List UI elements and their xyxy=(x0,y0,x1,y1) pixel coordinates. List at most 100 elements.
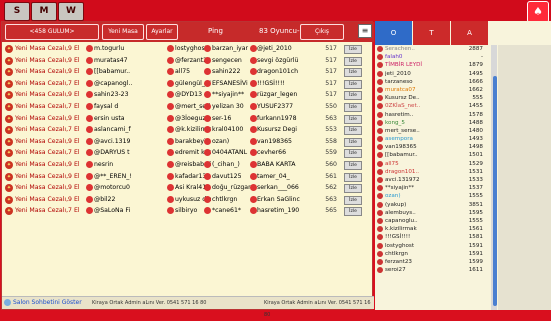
player-list-item[interactable]: ozan) 1555 xyxy=(375,192,489,200)
player-name[interactable]: rüzgar_legen xyxy=(257,89,321,101)
room-select-button[interactable]: <458 GULUM> xyxy=(5,24,99,40)
player-name[interactable]: Kusursz Degi xyxy=(257,124,321,136)
chat-toggle-icon[interactable] xyxy=(4,299,11,306)
player-list-item[interactable]: !!!GSİ!!!! 1581 xyxy=(375,233,489,241)
watch-button[interactable]: İzle xyxy=(344,172,362,182)
player-name[interactable]: van198365 xyxy=(257,136,321,148)
w-button[interactable]: W xyxy=(58,2,84,21)
player-name[interactable]: aslancami_f xyxy=(94,124,164,136)
watch-button[interactable]: İzle xyxy=(344,149,362,159)
table-row[interactable]: ✦ Yeni Masa Cezalı,9 El @motorcu0 Asi Kral4… xyxy=(4,182,362,194)
sidebar-tab-1[interactable]: T xyxy=(413,21,450,45)
cards-app-icon[interactable]: ♠ xyxy=(527,1,549,23)
watch-button[interactable]: İzle xyxy=(344,126,362,136)
table-row[interactable]: ✦ Yeni Masa Cezalı,9 El nesrin @reisbaba6 (_… xyxy=(4,159,362,171)
player-list-item[interactable]: muratca07 1662 xyxy=(375,86,489,94)
player-name[interactable]: m.togurlu xyxy=(94,43,164,55)
table-row[interactable]: ✦ Yeni Masa Cezalı,9 El ersin usta @3İoeguz… xyxy=(4,113,362,125)
table-row[interactable]: ✦ Yeni Masa Cezalı,9 El muratas47 @ferzant2… xyxy=(4,55,362,67)
player-list-item[interactable]: falah0 - xyxy=(375,53,489,61)
player-list-item[interactable]: van198365 1498 xyxy=(375,143,489,151)
sidebar-tab-2[interactable]: A xyxy=(451,21,488,45)
player-list-item[interactable]: all75 1529 xyxy=(375,160,489,168)
player-list-item[interactable]: dragon101.. 1531 xyxy=(375,168,489,176)
table-row[interactable]: ✦ Yeni Masa Cezalı,7 El @SaLoNa Fi silbiryo… xyxy=(4,205,362,217)
player-list-item[interactable]: Kusursz De.. 555 xyxy=(375,94,489,102)
s-button[interactable]: S xyxy=(4,2,30,21)
player-name[interactable]: dragon101ch xyxy=(257,66,321,78)
exit-button[interactable]: Çıkış xyxy=(300,24,344,40)
table-row[interactable]: ✦ Yeni Masa Cezalı,9 El m.togurlu lostyghos… xyxy=(4,43,362,55)
player-name[interactable]: faysal d xyxy=(94,101,164,113)
watch-button[interactable]: İzle xyxy=(344,195,362,205)
player-list-item[interactable]: chtlkrgn 1591 xyxy=(375,250,489,258)
player-name[interactable]: @jeti_2010 xyxy=(257,43,321,55)
player-list-item[interactable]: avci.131972 1533 xyxy=(375,176,489,184)
player-name[interactable]: muratas47 xyxy=(94,55,164,67)
player-name[interactable]: sevgi özgürlü xyxy=(257,55,321,67)
m-button[interactable]: M xyxy=(31,2,57,21)
watch-button[interactable]: İzle xyxy=(344,45,362,54)
sidebar-tab-0[interactable]: O xyxy=(375,21,412,45)
player-list-item[interactable]: 0ZKİaS_net.. 1455 xyxy=(375,102,489,110)
player-list-item[interactable]: asempora 1493 xyxy=(375,135,489,143)
table-row[interactable]: ✦ Yeni Masa Cezalı,9 El @avci.1319 barakbey… xyxy=(4,136,362,148)
player-name[interactable]: BABA KARTA xyxy=(257,159,321,171)
player-name[interactable]: @DARYUS t xyxy=(94,147,164,159)
watch-button[interactable]: İzle xyxy=(344,207,362,217)
player-list-item[interactable]: ferzant23 1599 xyxy=(375,258,489,266)
watch-button[interactable]: İzle xyxy=(344,102,362,112)
new-table-button[interactable]: Yeni Masa xyxy=(102,24,144,40)
player-list-item[interactable]: **siyajin** 1537 xyxy=(375,184,489,192)
player-name[interactable]: sahin23-23 xyxy=(94,89,164,101)
player-name[interactable]: hasretim_190 xyxy=(257,205,321,217)
player-name[interactable]: furkann1978 xyxy=(257,113,321,125)
player-list-item[interactable]: hasretim.. 1578 xyxy=(375,111,489,119)
player-list-item[interactable]: Serachen.. 2887 xyxy=(375,45,489,53)
player-name[interactable]: @**_EREN_! xyxy=(94,171,164,183)
settings-button[interactable]: Ayarlar xyxy=(146,24,178,40)
show-lobby-chat-link[interactable]: Salon Sohbetini Göster xyxy=(13,297,82,309)
table-row[interactable]: ✦ Yeni Masa Cezalı,7 El faysal d @mert_seri… xyxy=(4,101,362,113)
table-row[interactable]: ✦ Yeni Masa Cezalı,7 El @capanogl.. gülengü… xyxy=(4,78,362,90)
player-list-item[interactable]: seroi27 1611 xyxy=(375,266,489,274)
table-row[interactable]: ✦ Yeni Masa Cezalı,9 El @**_EREN_! kafadar1… xyxy=(4,171,362,183)
player-list-item[interactable]: mert_serse.. 1480 xyxy=(375,127,489,135)
player-name[interactable]: @motorcu0 xyxy=(94,182,164,194)
player-name[interactable]: @avci.1319 xyxy=(94,136,164,148)
player-list-item[interactable]: [[babamur.. 1501 xyxy=(375,151,489,159)
table-row[interactable]: ✦ Yeni Masa Cezalı,7 El aslancami_f @k.kizi… xyxy=(4,124,362,136)
watch-button[interactable]: İzle xyxy=(344,184,362,194)
player-name[interactable]: [[babamur.. xyxy=(94,66,164,78)
watch-button[interactable]: İzle xyxy=(344,56,362,66)
player-list-item[interactable]: alembuys.. 1595 xyxy=(375,209,489,217)
player-list-item[interactable]: TİMBİR LEYDİ 1879 xyxy=(375,61,489,69)
player-list-item[interactable]: tarzaneso 1666 xyxy=(375,78,489,86)
table-row[interactable]: ✦ Yeni Masa Cezalı,9 El @bil22 uykusuz der c… xyxy=(4,194,362,206)
watch-button[interactable]: İzle xyxy=(344,79,362,89)
player-list-item[interactable]: (yakup) 3851 xyxy=(375,201,489,209)
watch-button[interactable]: İzle xyxy=(344,114,362,124)
watch-button[interactable]: İzle xyxy=(344,68,362,78)
player-list-item[interactable]: jeti_2010 1495 xyxy=(375,70,489,78)
player-name[interactable]: @capanogl.. xyxy=(94,78,164,90)
player-list-item[interactable]: lostyghost 1591 xyxy=(375,242,489,250)
table-row[interactable]: ✦ Yeni Masa Cezalı,7 El @DARYUS t edremit k… xyxy=(4,147,362,159)
player-name[interactable]: nesrin xyxy=(94,159,164,171)
table-row[interactable]: ✦ Yeni Masa Cezalı,9 El [[babamur.. all75 sa… xyxy=(4,66,362,78)
player-name[interactable]: YUSUF2377 xyxy=(257,101,321,113)
watch-button[interactable]: İzle xyxy=(344,91,362,101)
player-name[interactable]: !!!GSİ!!!! xyxy=(257,78,321,90)
player-name[interactable]: cevher66 xyxy=(257,147,321,159)
table-row[interactable]: ✦ Yeni Masa Cezalı,9 El sahin23-23 @DYD13 **… xyxy=(4,89,362,101)
player-name[interactable]: ersin usta xyxy=(94,113,164,125)
player-name[interactable]: Erkan SaGlinc xyxy=(257,194,321,206)
scrollbar-thumb[interactable] xyxy=(493,76,497,306)
watch-button[interactable]: İzle xyxy=(344,137,362,147)
player-name[interactable]: @bil22 xyxy=(94,194,164,206)
player-name[interactable]: @SaLoNa Fi xyxy=(94,205,164,217)
player-list-item[interactable]: kong_5 1488 xyxy=(375,119,489,127)
player-list-item[interactable]: capanoglu.. 1555 xyxy=(375,217,489,225)
player-name[interactable]: serkan___066 xyxy=(257,182,321,194)
menu-icon[interactable]: ≡ xyxy=(358,24,372,38)
